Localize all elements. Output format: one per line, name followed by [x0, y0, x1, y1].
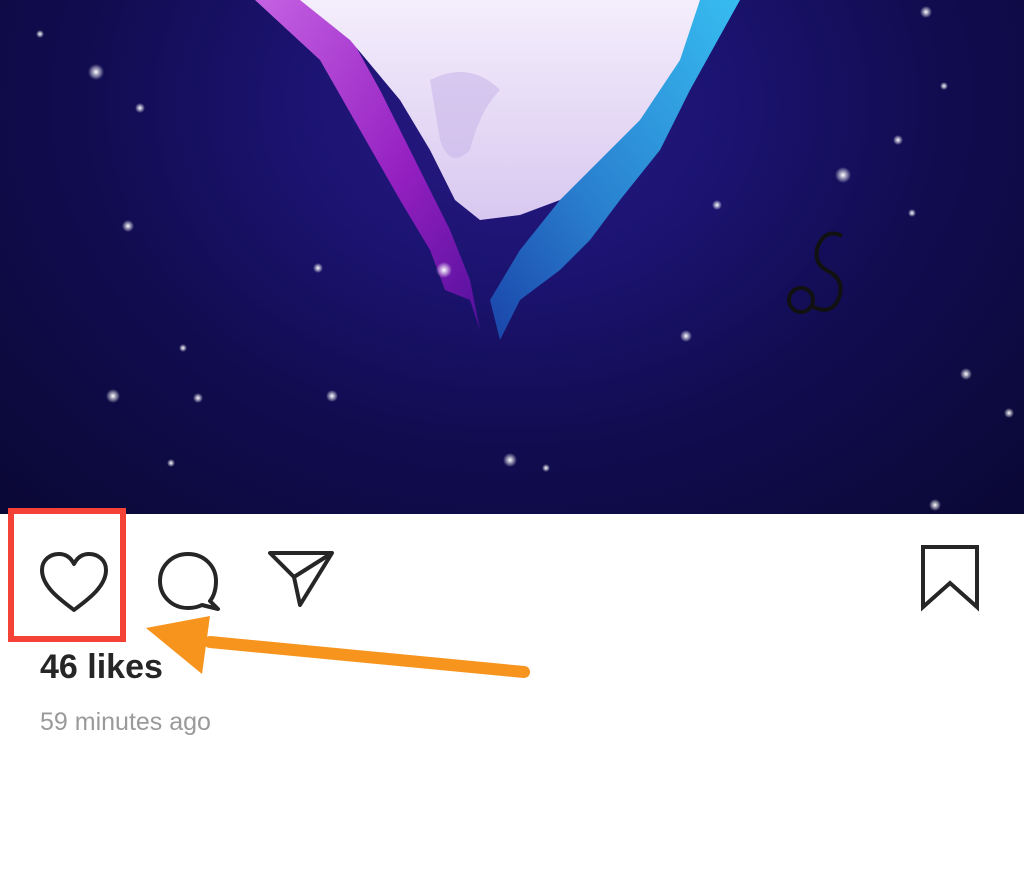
- watermark-logo: [787, 231, 843, 314]
- share-icon[interactable]: [264, 545, 338, 611]
- likes-count[interactable]: 46 likes: [40, 648, 163, 687]
- annotation-arrow: [146, 616, 530, 678]
- bookmark-icon[interactable]: [915, 543, 985, 613]
- post-screen: 46 likes 59 minutes ago: [0, 0, 1024, 875]
- highlight-box: [8, 508, 126, 642]
- post-image[interactable]: [0, 0, 1024, 514]
- comment-icon[interactable]: [152, 545, 224, 617]
- post-timestamp: 59 minutes ago: [40, 708, 211, 736]
- post-artwork: [36, 0, 1014, 511]
